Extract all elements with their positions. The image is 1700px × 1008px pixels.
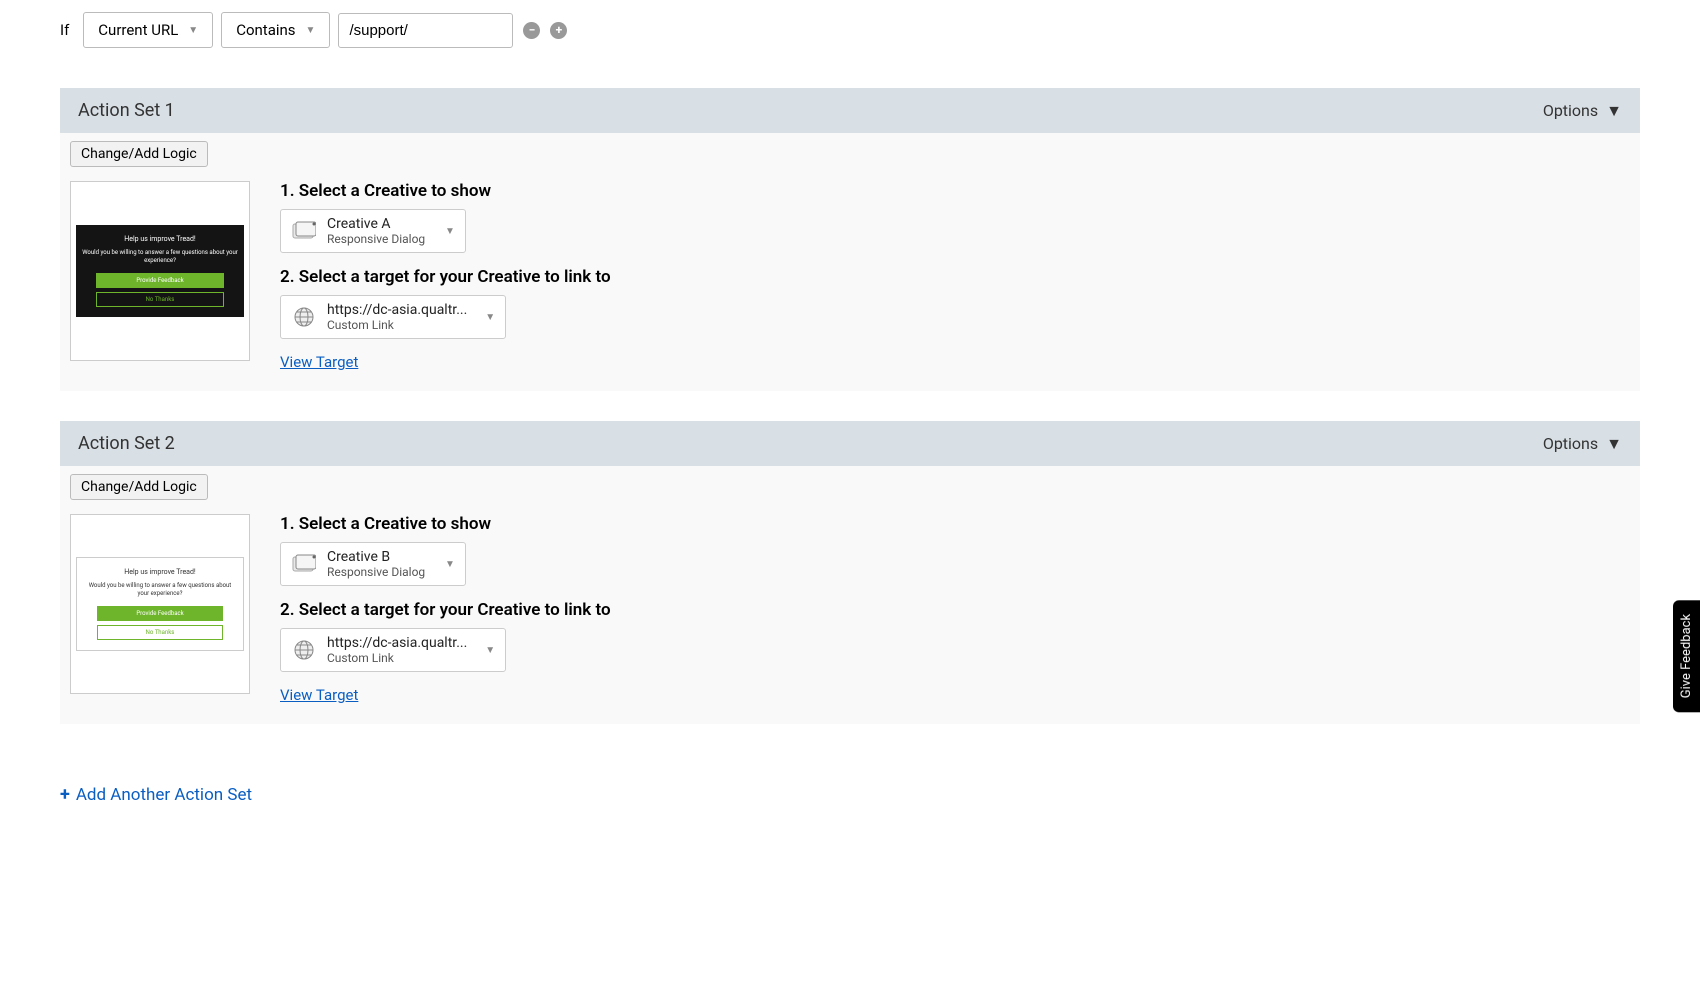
dialog-icon — [291, 553, 317, 575]
action-set-header: Action Set 2 Options ▼ — [60, 421, 1640, 466]
change-add-logic-button[interactable]: Change/Add Logic — [70, 141, 208, 167]
caret-down-icon: ▼ — [188, 25, 198, 36]
creative-select[interactable]: Creative B Responsive Dialog ▼ — [280, 542, 466, 586]
dialog-preview-dark: Help us improve Tread! Would you be will… — [76, 225, 244, 317]
preview-primary-btn: Provide Feedback — [96, 273, 224, 288]
action-set-header: Action Set 1 Options ▼ — [60, 88, 1640, 133]
creative-preview-thumb[interactable]: Help us improve Tread! Would you be will… — [70, 181, 250, 361]
caret-down-icon: ▼ — [445, 559, 455, 570]
preview-secondary-btn: No Thanks — [97, 625, 223, 640]
step1-title: 1. Select a Creative to show — [280, 181, 1630, 201]
caret-down-icon: ▼ — [485, 312, 495, 323]
creative-sub: Responsive Dialog — [327, 565, 427, 579]
preview-body: Would you be willing to answer a few que… — [82, 249, 238, 265]
change-add-logic-button[interactable]: Change/Add Logic — [70, 474, 208, 500]
target-select[interactable]: https://dc-asia.qualtr... Custom Link ▼ — [280, 628, 506, 672]
caret-down-icon: ▼ — [445, 226, 455, 237]
view-target-link[interactable]: View Target — [280, 686, 358, 704]
preview-secondary-btn: No Thanks — [96, 292, 224, 307]
options-label: Options — [1543, 101, 1598, 120]
if-label: If — [60, 21, 69, 39]
preview-title: Help us improve Tread! — [82, 235, 238, 243]
target-sub: Custom Link — [327, 318, 467, 332]
action-set-title: Action Set 1 — [78, 100, 175, 121]
action-set-title: Action Set 2 — [78, 433, 175, 454]
caret-down-icon: ▼ — [306, 25, 316, 36]
plus-icon: + — [60, 784, 70, 805]
dialog-preview-light: Help us improve Tread! Would you be will… — [76, 557, 244, 651]
remove-condition-icon[interactable]: − — [523, 22, 540, 39]
globe-icon — [291, 639, 317, 661]
creative-select[interactable]: Creative A Responsive Dialog ▼ — [280, 209, 466, 253]
creative-sub: Responsive Dialog — [327, 232, 427, 246]
options-dropdown[interactable]: Options ▼ — [1543, 101, 1622, 121]
step1-title: 1. Select a Creative to show — [280, 514, 1630, 534]
action-set-body: Change/Add Logic Help us improve Tread! … — [60, 466, 1640, 724]
preview-body: Would you be willing to answer a few que… — [83, 582, 237, 598]
options-dropdown[interactable]: Options ▼ — [1543, 434, 1622, 454]
target-select[interactable]: https://dc-asia.qualtr... Custom Link ▼ — [280, 295, 506, 339]
caret-down-icon: ▼ — [1606, 434, 1622, 454]
creative-name: Creative B — [327, 549, 427, 565]
add-condition-icon[interactable]: + — [550, 22, 567, 39]
options-label: Options — [1543, 434, 1598, 453]
caret-down-icon: ▼ — [1606, 101, 1622, 121]
caret-down-icon: ▼ — [485, 645, 495, 656]
preview-title: Help us improve Tread! — [83, 568, 237, 576]
action-set-body: Change/Add Logic Help us improve Tread! … — [60, 133, 1640, 391]
action-set: Action Set 1 Options ▼ Change/Add Logic … — [60, 88, 1640, 391]
preview-primary-btn: Provide Feedback — [97, 606, 223, 621]
add-action-set-button[interactable]: + Add Another Action Set — [60, 784, 252, 805]
condition-field-value: Current URL — [98, 21, 178, 39]
dialog-icon — [291, 220, 317, 242]
step2-title: 2. Select a target for your Creative to … — [280, 267, 1630, 287]
condition-operator-value: Contains — [236, 21, 295, 39]
step2-title: 2. Select a target for your Creative to … — [280, 600, 1630, 620]
condition-value-input[interactable] — [338, 13, 513, 48]
target-name: https://dc-asia.qualtr... — [327, 302, 467, 318]
condition-operator-select[interactable]: Contains ▼ — [221, 12, 330, 48]
condition-field-select[interactable]: Current URL ▼ — [83, 12, 213, 48]
creative-preview-thumb[interactable]: Help us improve Tread! Would you be will… — [70, 514, 250, 694]
target-sub: Custom Link — [327, 651, 467, 665]
give-feedback-tab[interactable]: Give Feedback — [1673, 600, 1700, 712]
target-name: https://dc-asia.qualtr... — [327, 635, 467, 651]
globe-icon — [291, 306, 317, 328]
creative-name: Creative A — [327, 216, 427, 232]
add-action-set-label: Add Another Action Set — [76, 785, 252, 805]
action-set: Action Set 2 Options ▼ Change/Add Logic … — [60, 421, 1640, 724]
condition-row: If Current URL ▼ Contains ▼ − + — [60, 12, 1640, 48]
view-target-link[interactable]: View Target — [280, 353, 358, 371]
